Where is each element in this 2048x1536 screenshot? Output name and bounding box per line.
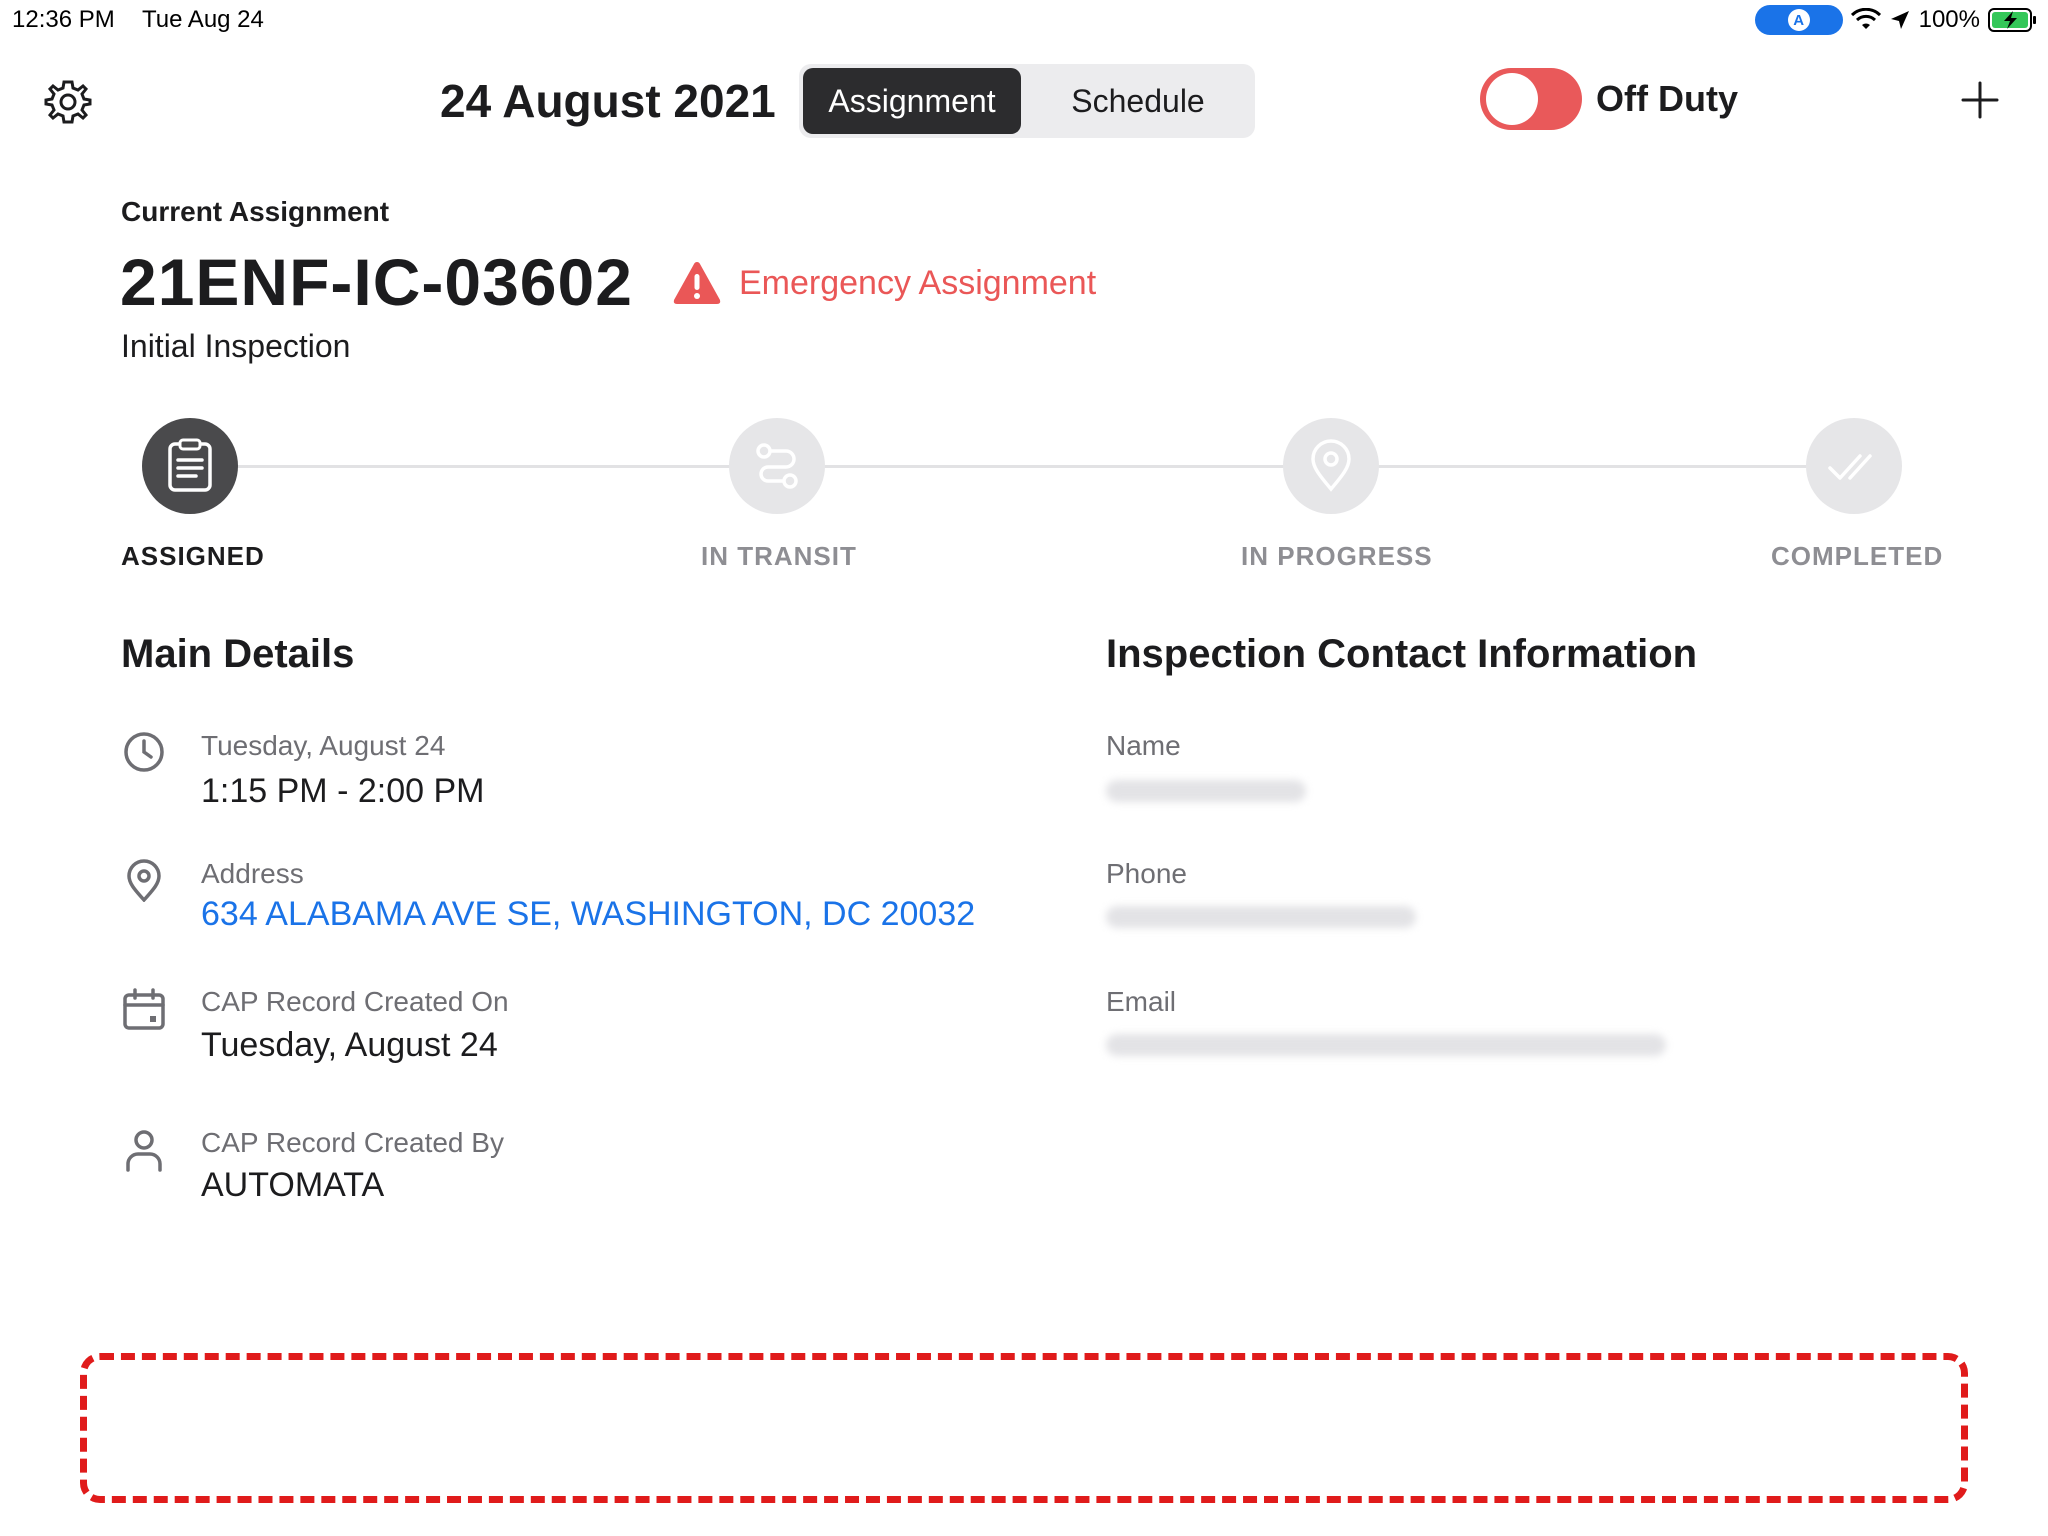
location-arrow-icon [1890,11,1909,29]
clipboard-icon [168,438,212,492]
time-value: 1:15 PM - 2:00 PM [201,772,485,810]
created-by-value: AUTOMATA [201,1166,385,1204]
created-on-label: CAP Record Created On [201,986,509,1017]
status-indicators: A 100% [1754,4,2038,36]
route-icon [756,443,798,489]
contact-name-redacted [1106,780,1306,802]
clock-icon [124,732,164,772]
toggle-knob [1486,73,1538,125]
contact-info-title: Inspection Contact Information [1106,632,1698,676]
status-time: 12:36 PM [12,6,115,33]
step-label-in-progress: IN PROGRESS [1241,541,1433,571]
wifi-icon [1850,8,1881,29]
contact-name-label: Name [1106,730,1181,761]
emergency-assignment-badge: Emergency Assignment [739,264,1097,302]
created-on-value: Tuesday, August 24 [201,1026,498,1064]
step-in-transit-circle [729,418,825,514]
status-bar: 12:36 PM Tue Aug 24 A 100% [0,0,2048,40]
step-label-completed: COMPLETED [1771,541,1944,571]
assignment-id: 21ENF-IC-03602 [120,245,633,319]
view-segmented-control: Assignment Schedule [799,64,1255,138]
contact-phone-redacted [1106,906,1416,928]
contact-email-redacted [1106,1034,1666,1056]
segment-schedule[interactable]: Schedule [1025,68,1251,134]
contact-email-label: Email [1106,986,1177,1017]
created-by-label: CAP Record Created By [201,1127,504,1158]
person-icon [126,1130,162,1172]
step-in-progress-circle [1283,418,1379,514]
step-assigned-circle [142,418,238,514]
add-icon[interactable] [1960,80,2000,120]
segment-assignment[interactable]: Assignment [803,68,1021,134]
address-label: Address [201,858,304,889]
main-details-title: Main Details [121,632,355,676]
battery-percentage: 100% [1918,6,1980,33]
highlighted-empty-region [80,1353,1968,1503]
location-pin-icon [127,859,161,902]
current-assignment-label: Current Assignment [121,196,390,227]
warning-triangle-icon [673,262,721,304]
step-completed-circle [1806,418,1902,514]
location-pin-icon [1311,439,1351,492]
settings-gear-icon[interactable] [44,78,92,126]
calendar-icon [123,988,165,1030]
time-label: Tuesday, August 24 [201,730,446,761]
battery-charging-icon [1988,8,2036,32]
duty-status-label: Off Duty [1596,78,1738,119]
step-label-in-transit: IN TRANSIT [701,541,857,571]
contact-phone-label: Phone [1106,858,1187,889]
status-date: Tue Aug 24 [142,6,264,33]
assignment-type: Initial Inspection [121,328,351,364]
double-check-icon [1828,454,1872,480]
address-link[interactable]: 634 ALABAMA AVE SE, WASHINGTON, DC 20032 [201,895,975,934]
step-label-assigned: ASSIGNED [121,541,265,571]
duty-toggle[interactable] [1480,68,1582,130]
navigation-pill-icon: A [1754,5,1843,35]
progress-track-line [190,465,1850,468]
header-date: 24 August 2021 [440,75,776,127]
